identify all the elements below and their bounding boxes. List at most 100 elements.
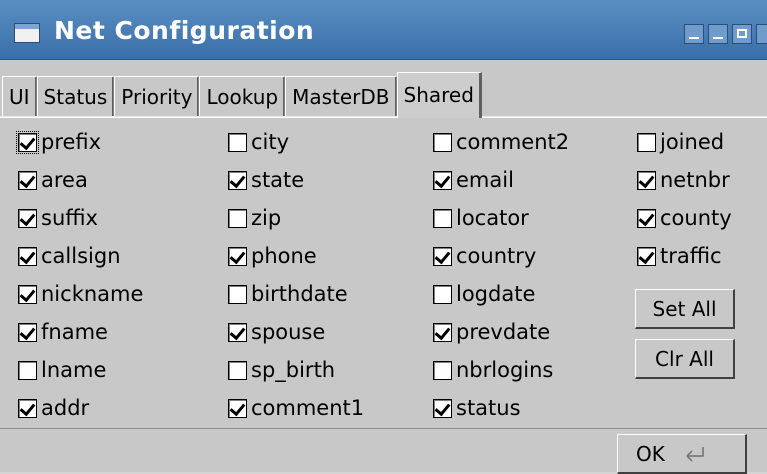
checkbox-box[interactable]: [18, 322, 37, 342]
window-title: Net Configuration: [54, 16, 315, 45]
checkbox-box[interactable]: [228, 398, 247, 418]
checkbox-label: comment2: [456, 130, 570, 154]
checkbox-lname[interactable]: lname: [18, 355, 106, 385]
checkbox-box[interactable]: [228, 170, 247, 190]
checkbox-label: nickname: [41, 282, 144, 306]
tab-shared[interactable]: Shared: [396, 72, 482, 118]
checkbox-label: phone: [251, 244, 317, 268]
checkbox-label: zip: [251, 206, 282, 230]
net-configuration-window: Net Configuration UI Status Priority Loo…: [0, 0, 767, 474]
checkbox-label: callsign: [41, 244, 121, 268]
clr-all-button[interactable]: Clr All: [635, 339, 735, 379]
ok-label: OK: [636, 441, 665, 466]
checkbox-box[interactable]: [228, 360, 247, 380]
shade-button[interactable]: [684, 24, 704, 44]
checkbox-box[interactable]: [433, 132, 452, 152]
checkbox-box[interactable]: [228, 208, 247, 228]
tab-lookup[interactable]: Lookup: [199, 76, 286, 118]
checkbox-box[interactable]: [18, 398, 37, 418]
checkbox-label: birthdate: [251, 282, 348, 306]
checkbox-box[interactable]: [16, 130, 39, 154]
checkbox-label: lname: [41, 358, 107, 382]
checkbox-box[interactable]: [637, 132, 656, 152]
checkbox-logdate[interactable]: logdate: [433, 279, 535, 309]
checkbox-comment1[interactable]: comment1: [228, 393, 364, 423]
checkbox-zip[interactable]: zip: [228, 203, 281, 233]
checkbox-box[interactable]: [637, 208, 656, 228]
checkbox-label: logdate: [456, 282, 536, 306]
checkbox-box[interactable]: [228, 322, 247, 342]
checkbox-box[interactable]: [18, 360, 37, 380]
checkbox-box[interactable]: [433, 246, 452, 266]
checkbox-box[interactable]: [433, 322, 452, 342]
checkbox-status[interactable]: status: [433, 393, 521, 423]
checkbox-nickname[interactable]: nickname: [18, 279, 143, 309]
ok-button[interactable]: OK: [617, 434, 747, 474]
checkbox-box[interactable]: [228, 132, 247, 152]
checkbox-prevdate[interactable]: prevdate: [433, 317, 550, 347]
checkbox-label: joined: [660, 130, 725, 154]
tab-priority[interactable]: Priority: [114, 76, 200, 118]
checkbox-traffic[interactable]: traffic: [637, 241, 722, 271]
checkbox-suffix[interactable]: suffix: [18, 203, 98, 233]
checkbox-label: addr: [41, 396, 90, 420]
checkbox-label: sp_birth: [251, 358, 336, 382]
checkbox-box[interactable]: [433, 360, 452, 380]
checkbox-box[interactable]: [18, 246, 37, 266]
checkbox-county[interactable]: county: [637, 203, 732, 233]
checkbox-box[interactable]: [18, 284, 37, 304]
checkbox-box[interactable]: [18, 170, 37, 190]
checkbox-country[interactable]: country: [433, 241, 536, 271]
checkbox-label: country: [456, 244, 537, 268]
checkbox-locator[interactable]: locator: [433, 203, 529, 233]
window-icon: [14, 23, 40, 43]
minimize-button[interactable]: [708, 24, 728, 44]
tab-status[interactable]: Status: [36, 76, 115, 118]
checkbox-birthdate[interactable]: birthdate: [228, 279, 348, 309]
checkbox-email[interactable]: email: [433, 165, 514, 195]
button-bar-divider: [0, 428, 767, 429]
tab-panel-border: [0, 116, 767, 118]
checkbox-box[interactable]: [228, 284, 247, 304]
checkbox-spouse[interactable]: spouse: [228, 317, 325, 347]
checkbox-box[interactable]: [433, 398, 452, 418]
checkbox-callsign[interactable]: callsign: [18, 241, 121, 271]
checkbox-label: email: [456, 168, 514, 192]
checkbox-label: nbrlogins: [456, 358, 554, 382]
title-bar[interactable]: Net Configuration: [0, 0, 767, 60]
checkbox-box[interactable]: [433, 170, 452, 190]
checkbox-label: fname: [41, 320, 108, 344]
checkbox-nbrlogins[interactable]: nbrlogins: [433, 355, 553, 385]
checkbox-box[interactable]: [637, 246, 656, 266]
checkbox-label: suffix: [41, 206, 98, 230]
checkbox-label: prevdate: [456, 320, 551, 344]
checkbox-label: state: [251, 168, 305, 192]
checkbox-city[interactable]: city: [228, 127, 289, 157]
set-all-button[interactable]: Set All: [635, 289, 735, 329]
checkbox-box[interactable]: [18, 208, 37, 228]
checkbox-label: status: [456, 396, 521, 420]
checkbox-label: comment1: [251, 396, 365, 420]
checkbox-state[interactable]: state: [228, 165, 304, 195]
checkbox-prefix[interactable]: prefix: [16, 127, 102, 157]
checkbox-area[interactable]: area: [18, 165, 88, 195]
tab-masterdb[interactable]: MasterDB: [285, 76, 397, 118]
checkbox-phone[interactable]: phone: [228, 241, 317, 271]
checkbox-label: area: [41, 168, 88, 192]
checkbox-sp_birth[interactable]: sp_birth: [228, 355, 335, 385]
close-button[interactable]: [756, 24, 767, 44]
checkbox-box[interactable]: [433, 284, 452, 304]
checkbox-label: county: [660, 206, 732, 230]
checkbox-netnbr[interactable]: netnbr: [637, 165, 730, 195]
checkbox-comment2[interactable]: comment2: [433, 127, 569, 157]
checkbox-joined[interactable]: joined: [637, 127, 724, 157]
checkbox-box[interactable]: [228, 246, 247, 266]
maximize-button[interactable]: [732, 24, 752, 44]
checkbox-label: spouse: [251, 320, 326, 344]
checkbox-box[interactable]: [433, 208, 452, 228]
tab-ui[interactable]: UI: [2, 76, 37, 118]
checkbox-addr[interactable]: addr: [18, 393, 89, 423]
checkbox-box[interactable]: [637, 170, 656, 190]
checkbox-label: prefix: [41, 130, 102, 154]
checkbox-fname[interactable]: fname: [18, 317, 108, 347]
